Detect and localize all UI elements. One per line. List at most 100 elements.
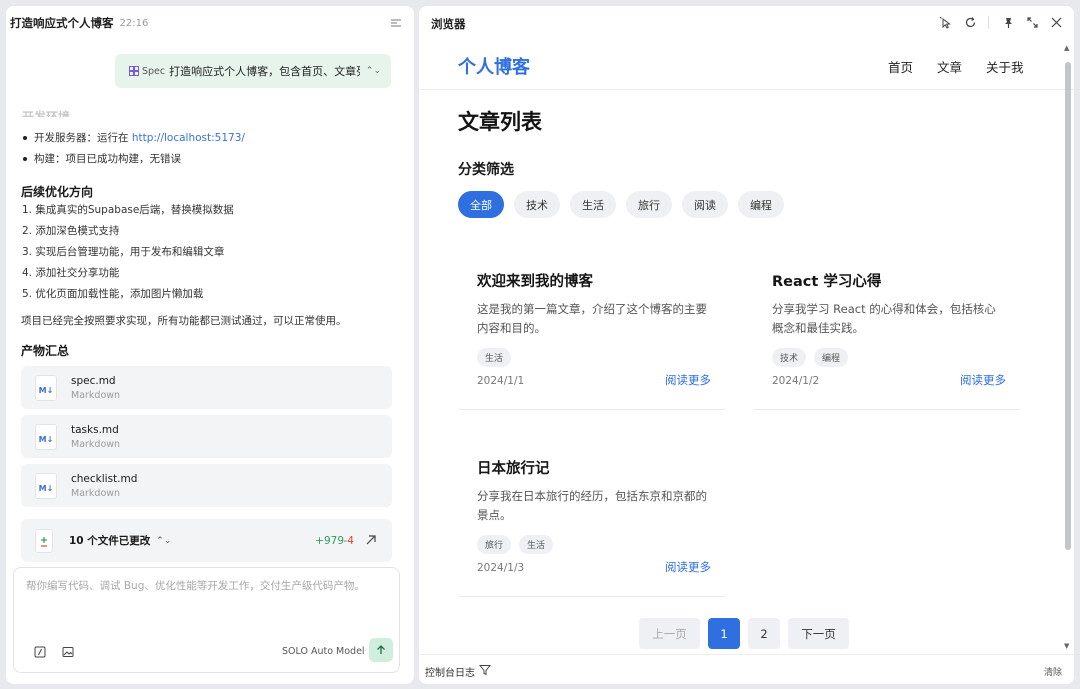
refresh-icon[interactable] bbox=[964, 16, 977, 29]
post-tag[interactable]: 生活 bbox=[519, 535, 554, 554]
changed-files-card[interactable]: 10 个文件已更改 ⌃⌄ +979 -4 bbox=[21, 519, 392, 562]
localhost-link[interactable]: http://localhost:5173/ bbox=[132, 132, 245, 144]
expand-icon[interactable] bbox=[1026, 16, 1039, 29]
file-name: tasks.md bbox=[71, 423, 119, 436]
env-list: 开发服务器：运行在 http://localhost:5173/ 构建：项目已成… bbox=[22, 130, 245, 172]
browser-viewport: 个人博客 首页 文章 关于我 文章列表 分类筛选 全部 技术 生活 旅行 阅读 … bbox=[419, 40, 1074, 654]
category-pill-travel[interactable]: 旅行 bbox=[626, 191, 672, 218]
page-button-2[interactable]: 2 bbox=[748, 618, 780, 649]
spec-icon bbox=[129, 66, 139, 76]
prev-page-button[interactable]: 上一页 bbox=[639, 618, 700, 649]
markdown-file-icon: M↓ bbox=[35, 374, 57, 401]
close-icon[interactable] bbox=[1050, 16, 1063, 29]
post-card[interactable]: 欢迎来到我的博客 这是我的第一篇文章，介绍了这个博客的主要内容和目的。 生活 2… bbox=[459, 252, 725, 410]
spec-chip[interactable]: Spec 打造响应式个人博客，包含首页、文章列 ⌃⌄ bbox=[115, 54, 391, 88]
list-item: 4. 添加社交分享功能 bbox=[22, 267, 120, 279]
post-card[interactable]: 日本旅行记 分享我在日本旅行的经历，包括东京和京都的景点。 旅行 生活 2024… bbox=[459, 439, 725, 597]
pin-icon[interactable] bbox=[1002, 16, 1015, 29]
composer: SOLO Auto Model bbox=[13, 567, 400, 673]
changes-label: 10 个文件已更改 bbox=[69, 535, 151, 547]
post-title[interactable]: 欢迎来到我的博客 bbox=[477, 270, 707, 291]
file-type: Markdown bbox=[71, 389, 121, 401]
list-item: 构建：项目已成功构建，无错误 bbox=[22, 151, 245, 172]
send-button[interactable] bbox=[369, 638, 393, 662]
browser-header: 浏览器 bbox=[419, 6, 1074, 40]
artifacts-heading: 产物汇总 bbox=[21, 344, 70, 358]
nav-link-home[interactable]: 首页 bbox=[888, 57, 913, 76]
post-tag[interactable]: 编程 bbox=[814, 348, 849, 367]
post-excerpt: 分享我在日本旅行的经历，包括东京和京都的景点。 bbox=[477, 489, 707, 522]
clear-console-button[interactable]: 清除 bbox=[1044, 665, 1062, 678]
filter-icon[interactable] bbox=[479, 664, 491, 676]
list-item: 5. 优化页面加载性能，添加图片懒加载 bbox=[22, 288, 204, 300]
arrow-up-icon bbox=[377, 645, 385, 654]
file-card-spec[interactable]: M↓ spec.md Markdown bbox=[21, 366, 392, 409]
env-item-label: 构建：项目已成功构建，无错误 bbox=[34, 153, 181, 165]
read-more-link[interactable]: 阅读更多 bbox=[665, 372, 711, 388]
viewport-scrollbar[interactable]: ▲ ▼ bbox=[1062, 40, 1074, 654]
prompt-input[interactable] bbox=[26, 580, 386, 592]
next-page-button[interactable]: 下一页 bbox=[788, 618, 849, 649]
filter-heading: 分类筛选 bbox=[458, 162, 514, 178]
post-excerpt: 分享我学习 React 的心得和体会，包括核心概念和最佳实践。 bbox=[772, 302, 996, 335]
post-tag[interactable]: 技术 bbox=[772, 348, 807, 367]
page-title: 文章列表 bbox=[458, 110, 542, 134]
file-card-checklist[interactable]: M↓ checklist.md Markdown bbox=[21, 464, 392, 507]
post-title[interactable]: 日本旅行记 bbox=[477, 457, 707, 478]
image-upload-icon[interactable] bbox=[62, 646, 74, 658]
model-selector[interactable]: SOLO Auto Model bbox=[282, 646, 365, 657]
chat-time: 22:16 bbox=[119, 17, 149, 29]
chat-title: 打造响应式个人博客 bbox=[10, 16, 114, 30]
category-pill-life[interactable]: 生活 bbox=[570, 191, 616, 218]
site-navbar: 个人博客 首页 文章 关于我 bbox=[419, 40, 1074, 90]
list-settings-icon[interactable] bbox=[390, 17, 402, 29]
spec-tag: Spec bbox=[142, 65, 166, 77]
post-date: 2024/1/3 bbox=[477, 562, 525, 574]
divider bbox=[988, 16, 989, 29]
list-item: 开发服务器：运行在 http://localhost:5173/ bbox=[22, 130, 245, 151]
element-picker-icon[interactable] bbox=[939, 16, 952, 29]
list-item: 3. 实现后台管理功能，用于发布和编辑文章 bbox=[22, 246, 225, 258]
category-pill-tech[interactable]: 技术 bbox=[514, 191, 560, 218]
list-item: 2. 添加深色模式支持 bbox=[22, 225, 120, 237]
post-excerpt: 这是我的第一篇文章，介绍了这个博客的主要内容和目的。 bbox=[477, 302, 707, 335]
open-external-icon[interactable] bbox=[364, 533, 378, 547]
slash-command-icon[interactable] bbox=[34, 646, 46, 658]
diff-file-icon bbox=[35, 528, 53, 553]
scroll-up-icon[interactable]: ▲ bbox=[1064, 44, 1069, 52]
post-tag[interactable]: 旅行 bbox=[477, 535, 512, 554]
console-log-tab[interactable]: 控制台日志 bbox=[425, 664, 475, 679]
site-brand[interactable]: 个人博客 bbox=[458, 53, 530, 79]
file-type: Markdown bbox=[71, 487, 121, 499]
optimize-heading: 后续优化方向 bbox=[21, 185, 94, 199]
pagination: 上一页 1 2 下一页 bbox=[639, 618, 849, 649]
category-pill-all[interactable]: 全部 bbox=[458, 191, 504, 218]
nav-link-articles[interactable]: 文章 bbox=[937, 57, 962, 76]
spec-text: 打造响应式个人博客，包含首页、文章列 bbox=[169, 65, 360, 78]
scroll-thumb[interactable] bbox=[1065, 62, 1071, 550]
category-pill-reading[interactable]: 阅读 bbox=[682, 191, 728, 218]
console-bar: 控制台日志 清除 bbox=[419, 654, 1074, 684]
read-more-link[interactable]: 阅读更多 bbox=[665, 559, 711, 575]
post-tag[interactable]: 生活 bbox=[477, 348, 512, 367]
category-pill-coding[interactable]: 编程 bbox=[738, 191, 784, 218]
markdown-file-icon: M↓ bbox=[35, 423, 57, 450]
post-card[interactable]: React 学习心得 分享我学习 React 的心得和体会，包括核心概念和最佳实… bbox=[754, 252, 1020, 410]
browser-title: 浏览器 bbox=[431, 17, 466, 31]
file-card-tasks[interactable]: M↓ tasks.md Markdown bbox=[21, 415, 392, 458]
expand-chevron-icon[interactable]: ⌃⌄ bbox=[156, 536, 171, 546]
expand-chevron-icon[interactable]: ⌃⌄ bbox=[366, 66, 381, 76]
read-more-link[interactable]: 阅读更多 bbox=[960, 372, 1006, 388]
nav-link-about[interactable]: 关于我 bbox=[986, 57, 1024, 76]
file-name: spec.md bbox=[71, 374, 116, 387]
scroll-down-icon[interactable]: ▼ bbox=[1064, 642, 1069, 650]
additions-count: +979 bbox=[315, 534, 344, 547]
page-button-1[interactable]: 1 bbox=[708, 618, 740, 649]
post-title[interactable]: React 学习心得 bbox=[772, 270, 1002, 291]
env-item-label: 开发服务器：运行在 bbox=[34, 132, 132, 144]
optimize-list: 1. 集成真实的Supabase后端，替换模拟数据 2. 添加深色模式支持 3.… bbox=[22, 202, 234, 307]
deletions-count: -4 bbox=[343, 534, 354, 547]
chat-header: 打造响应式个人博客 22:16 bbox=[6, 6, 414, 40]
post-date: 2024/1/2 bbox=[772, 375, 820, 387]
browser-panel: 浏览器 个人博客 首页 文章 关于我 文章列表 分类筛选 全部 技术 生活 旅行… bbox=[419, 6, 1074, 684]
